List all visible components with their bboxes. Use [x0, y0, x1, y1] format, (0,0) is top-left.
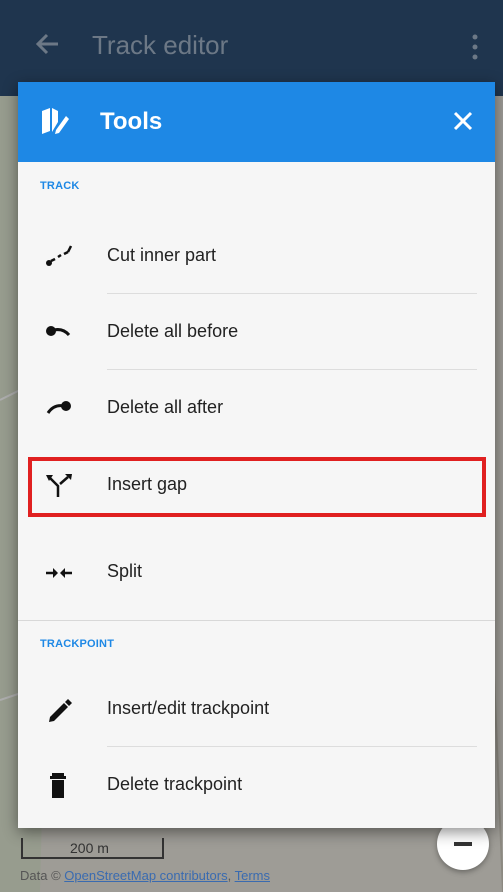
menu-item-label: Delete trackpoint [107, 774, 243, 794]
section-label-track: TRACK [40, 180, 80, 192]
delete-before-icon [46, 326, 71, 337]
dialog-header: Tools [18, 82, 495, 162]
menu-item-delete-all-after[interactable]: Delete all after [18, 370, 495, 446]
menu-item-insert-edit-trackpoint[interactable]: Insert/edit trackpoint [18, 671, 495, 747]
split-icon [46, 568, 72, 578]
cut-inner-part-icon [46, 245, 73, 266]
menu-item-label: Insert/edit trackpoint [107, 698, 270, 718]
attribution-separator: , [227, 868, 232, 883]
map-tools-icon [42, 108, 69, 134]
menu-item-label: Delete all before [107, 321, 239, 341]
map-attribution: Data © OpenStreetMap contributors, Terms [20, 868, 270, 883]
close-icon[interactable] [448, 106, 478, 136]
menu-item-label: Cut inner part [107, 245, 217, 265]
dialog-title: Tools [100, 108, 163, 135]
terms-link[interactable]: Terms [235, 868, 270, 883]
menu-item-label: Split [107, 561, 143, 581]
attribution-prefix: Data © [20, 868, 61, 883]
menu-item-label: Delete all after [107, 397, 224, 417]
menu-item-delete-trackpoint[interactable]: Delete trackpoint [18, 747, 495, 823]
trash-icon [50, 773, 66, 798]
tools-dialog: Tools TRACK Cut inner part Delete all be… [18, 82, 495, 828]
section-label-trackpoint: TRACKPOINT [40, 638, 115, 650]
menu-item-delete-all-before[interactable]: Delete all before [18, 294, 495, 370]
minus-icon [454, 842, 472, 846]
highlight-box [28, 457, 486, 517]
menu-item-split[interactable]: Split [18, 534, 495, 610]
osm-contributors-link[interactable]: OpenStreetMap contributors [64, 868, 227, 883]
scale-label: 200 m [70, 840, 109, 856]
pencil-icon [49, 699, 72, 722]
delete-after-icon [46, 401, 71, 414]
section-divider [18, 620, 495, 621]
menu-item-cut-inner-part[interactable]: Cut inner part [18, 218, 495, 294]
